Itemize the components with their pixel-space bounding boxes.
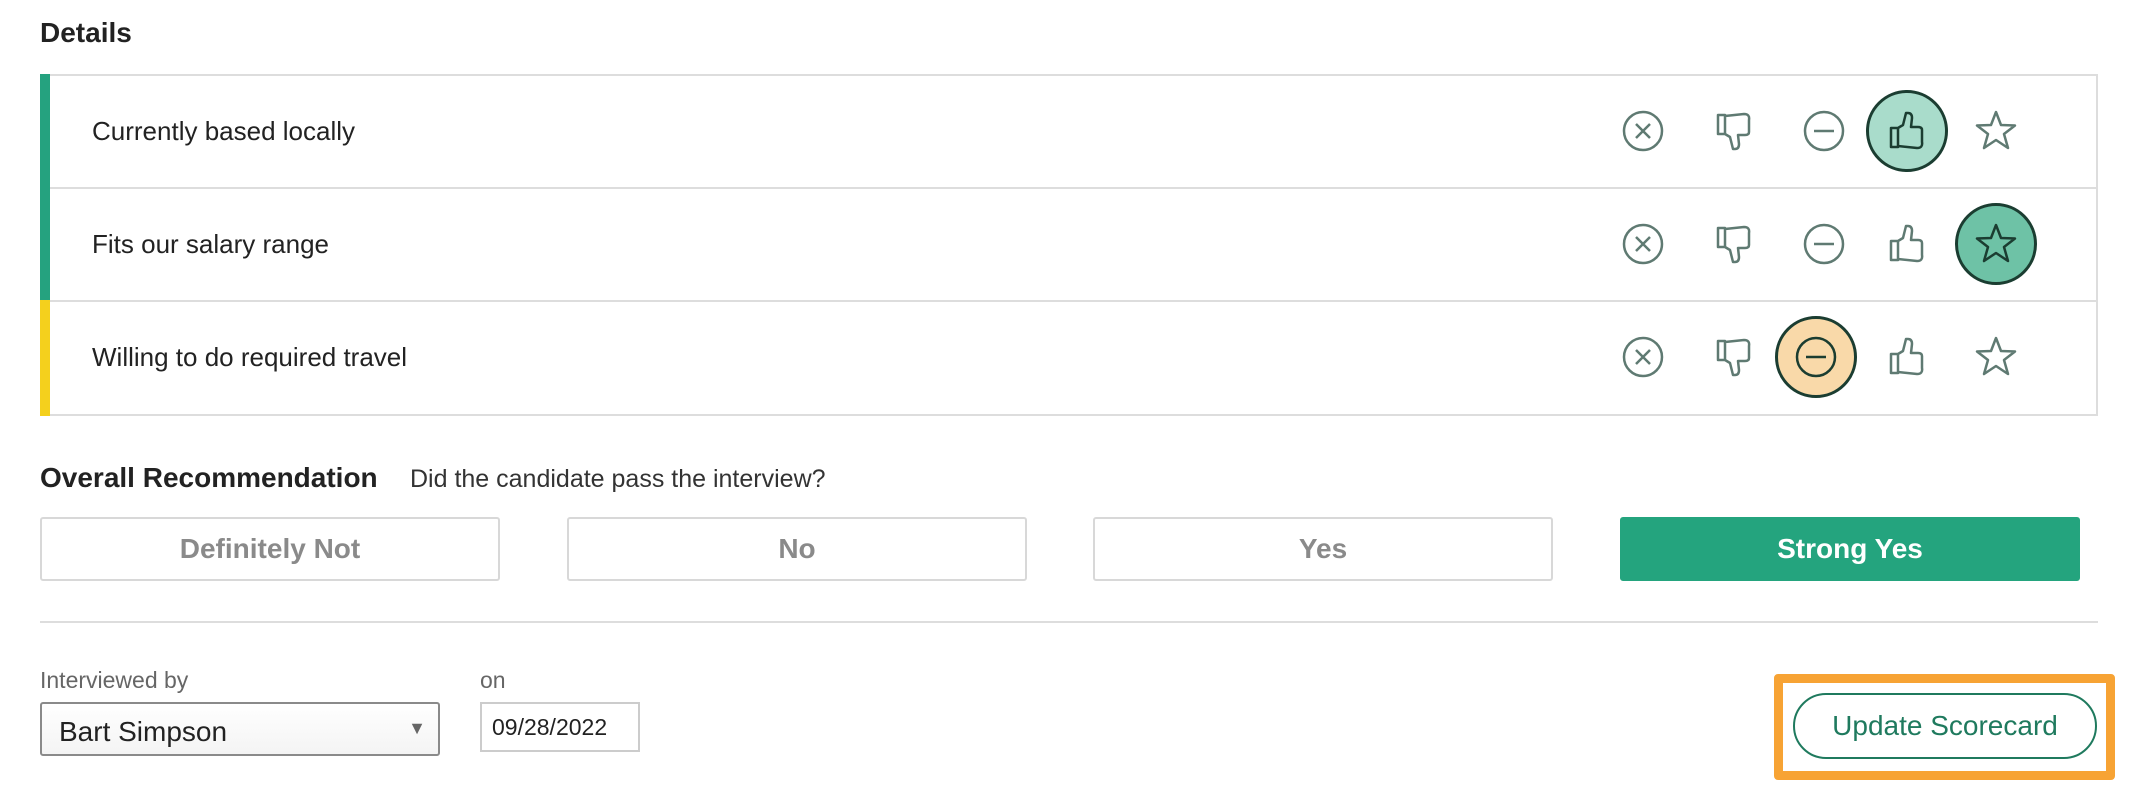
definitely-not-icon[interactable] (1602, 316, 1684, 398)
attribute-label: Fits our salary range (92, 229, 329, 259)
attribute-row-currently-based-locally: Currently based locally (40, 74, 2096, 191)
thumbs-up-icon[interactable] (1866, 316, 1948, 398)
rating-color-bar (40, 187, 50, 304)
thumbs-up-icon[interactable] (1866, 90, 1948, 172)
minus-circle-icon[interactable] (1783, 203, 1865, 285)
thumbs-down-icon[interactable] (1693, 203, 1775, 285)
attributes-table: Currently based locally Fits our salary … (40, 74, 2098, 416)
thumbs-up-icon[interactable] (1866, 203, 1948, 285)
rating-color-bar (40, 300, 50, 416)
definitely-not-icon[interactable] (1602, 90, 1684, 172)
yes-button[interactable]: Yes (1093, 517, 1553, 581)
interviewed-by-label: Interviewed by (40, 667, 189, 693)
attribute-row-fits-salary-range: Fits our salary range (40, 187, 2096, 304)
interviewer-select[interactable]: Bart Simpson ▼ (40, 702, 440, 756)
interviewer-selected-value: Bart Simpson (59, 716, 228, 747)
overall-recommendation-title: Overall Recommendation (40, 462, 378, 493)
minus-circle-icon[interactable] (1783, 90, 1865, 172)
no-button[interactable]: No (567, 517, 1027, 581)
star-icon[interactable] (1955, 203, 2037, 285)
on-label: on (480, 667, 506, 693)
definitely-not-button[interactable]: Definitely Not (40, 517, 500, 581)
dropdown-arrow-icon: ▼ (408, 718, 426, 738)
minus-circle-icon[interactable] (1775, 316, 1857, 398)
details-title: Details (40, 17, 132, 48)
recommendation-question: Did the candidate pass the interview? (410, 465, 826, 493)
star-icon[interactable] (1955, 316, 2037, 398)
definitely-not-icon[interactable] (1602, 203, 1684, 285)
attribute-label: Currently based locally (92, 116, 356, 146)
interview-date-input[interactable] (480, 702, 640, 752)
attribute-label: Willing to do required travel (92, 342, 408, 372)
star-icon[interactable] (1955, 90, 2037, 172)
update-scorecard-button[interactable]: Update Scorecard (1793, 693, 2097, 759)
attribute-row-required-travel: Willing to do required travel (40, 300, 2096, 416)
strong-yes-button[interactable]: Strong Yes (1620, 517, 2080, 581)
divider (40, 621, 2098, 623)
rating-color-bar (40, 74, 50, 191)
thumbs-down-icon[interactable] (1693, 90, 1775, 172)
thumbs-down-icon[interactable] (1693, 316, 1775, 398)
